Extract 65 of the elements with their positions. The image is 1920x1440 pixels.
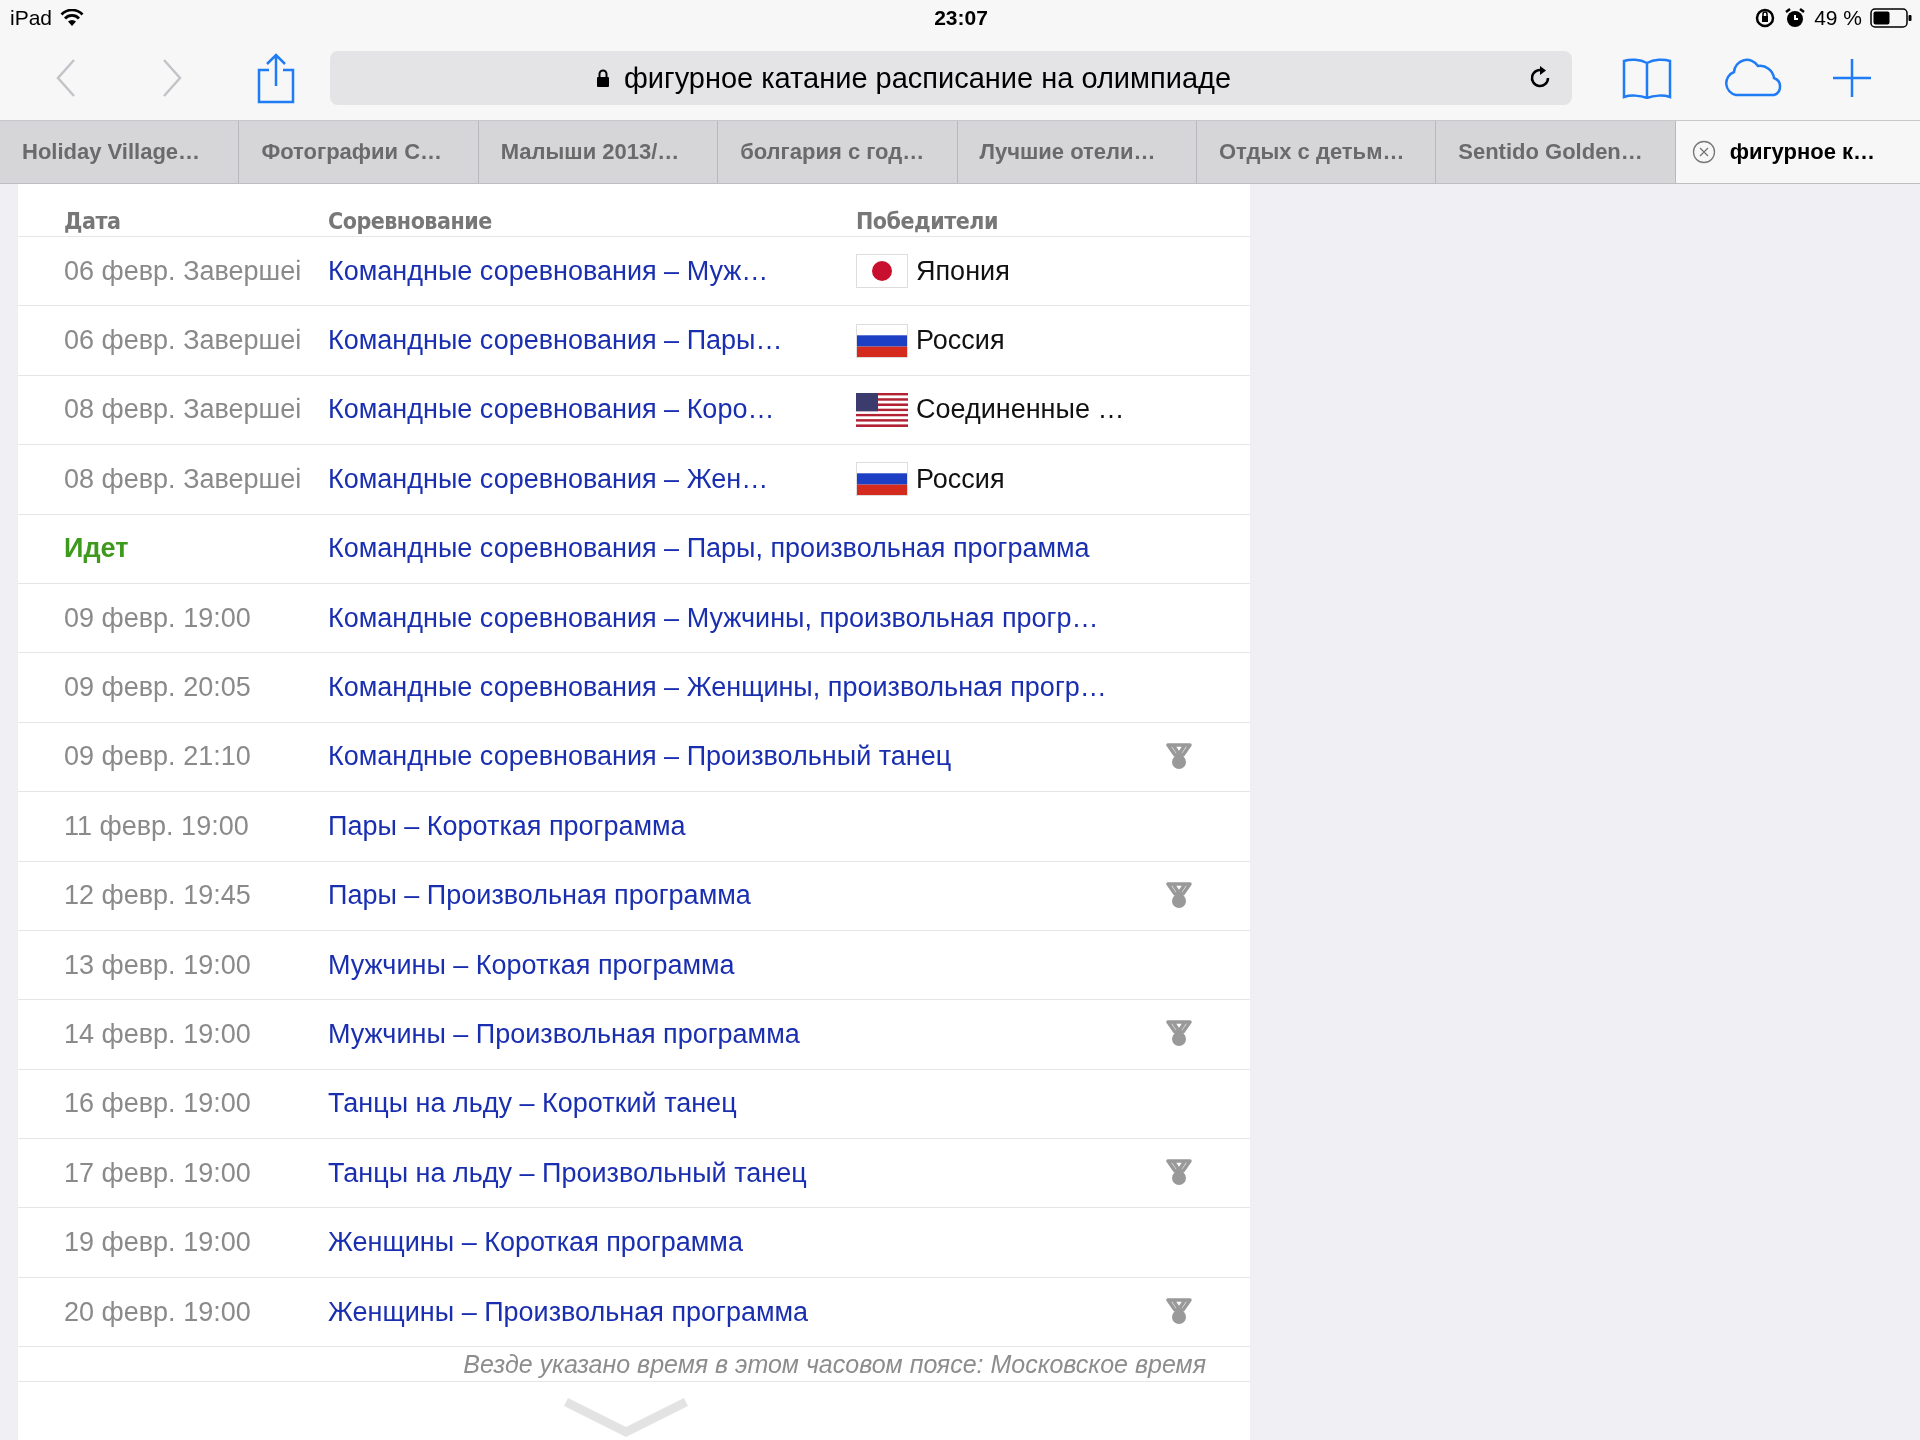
- bookmarks-button[interactable]: [1622, 57, 1672, 99]
- share-button[interactable]: [256, 52, 296, 104]
- address-field[interactable]: фигурное катание расписание на олимпиаде: [330, 51, 1572, 105]
- event-link[interactable]: Командные соревнования – Пары, произвольная программа: [328, 533, 1090, 564]
- event-link[interactable]: Командные соревнования – Мужчины, произвольная прогр…: [328, 602, 1099, 633]
- flag-icon: [856, 323, 908, 358]
- date-text: 11 февр. 19:00: [64, 810, 249, 841]
- event-link[interactable]: Мужчины – Короткая программа: [328, 949, 735, 980]
- event-link[interactable]: Женщины – Произвольная программа: [328, 1296, 809, 1327]
- date-text: 08 февр. Завершеі: [64, 394, 302, 425]
- country-text: Россия: [916, 463, 1005, 495]
- clock-time: 23:07: [934, 6, 988, 30]
- browser-tab[interactable]: Holiday Village…: [0, 121, 240, 183]
- date-text: Идет: [64, 533, 129, 564]
- event-link[interactable]: Командные соревнования – Муж…: [328, 255, 769, 286]
- date-text: 14 февр. 19:00: [64, 1019, 251, 1049]
- event-link[interactable]: Командные соревнования – Жен…: [328, 463, 769, 494]
- flag-icon: [856, 392, 908, 427]
- country-text: Россия: [916, 325, 1005, 357]
- event-link[interactable]: Танцы на льду – Произвольный танец: [328, 1157, 807, 1188]
- event-column-header: Соревнование: [328, 208, 492, 234]
- event-link[interactable]: Командные соревнования – Коро…: [328, 394, 775, 425]
- date-text: 16 февр. 19:00: [64, 1088, 251, 1119]
- event-link[interactable]: Мужчины – Произвольная программа: [328, 1019, 800, 1049]
- flag-icon: [856, 462, 908, 497]
- address-text: фигурное катание расписание на олимпиаде: [624, 61, 1233, 95]
- alarm-icon: [1784, 7, 1807, 29]
- winners-column-header: Победители: [856, 208, 998, 234]
- new-tab-button[interactable]: [1832, 58, 1872, 98]
- event-link[interactable]: Командные соревнования – Женщины, произвольная прогр…: [328, 672, 1107, 703]
- date-text: 20 февр. 19:00: [64, 1296, 251, 1327]
- event-link[interactable]: Женщины – Короткая программа: [328, 1227, 743, 1258]
- wifi-icon: [60, 9, 85, 27]
- date-column-header: Дата: [64, 208, 121, 234]
- device-name: iPad: [10, 6, 53, 30]
- country-text: Япония: [916, 255, 1010, 287]
- timezone-note: Везде указано время в этом часовом поясе: Московское время: [463, 1349, 1206, 1379]
- event-link[interactable]: Пары – Короткая программа: [328, 810, 686, 841]
- flag-icon: [856, 254, 908, 289]
- browser-tab[interactable]: Отдых с детьм…: [1196, 121, 1437, 183]
- date-text: 06 февр. Завершеі: [64, 325, 302, 356]
- date-text: 12 февр. 19:45: [64, 880, 251, 911]
- event-link[interactable]: Командные соревнования – Пары…: [328, 325, 783, 356]
- date-text: 09 февр. 21:10: [64, 741, 251, 772]
- battery-percent: 49 %: [1814, 6, 1862, 30]
- country-text: Соединенные …: [916, 394, 1125, 426]
- close-icon[interactable]: [1691, 140, 1716, 164]
- event-link[interactable]: Командные соревнования – Произвольный танец: [328, 741, 952, 772]
- date-text: 19 февр. 19:00: [64, 1227, 251, 1258]
- event-link[interactable]: Танцы на льду – Короткий танец: [328, 1088, 737, 1119]
- date-text: 09 февр. 19:00: [64, 602, 251, 633]
- date-text: 06 февр. Завершеі: [64, 255, 302, 286]
- date-text: 13 февр. 19:00: [64, 949, 251, 980]
- browser-tab[interactable]: болгария с год…: [718, 121, 958, 183]
- date-text: 17 февр. 19:00: [64, 1157, 251, 1188]
- date-text: 08 февр. Завершеі: [64, 463, 302, 494]
- event-link[interactable]: Пары – Произвольная программа: [328, 880, 751, 911]
- browser-tab[interactable]: Фотографии С…: [239, 121, 479, 183]
- browser-tab[interactable]: фигурное к…: [1675, 121, 1920, 183]
- rotation-lock-icon: [1754, 7, 1777, 29]
- browser-tab[interactable]: Лучшие отели…: [957, 121, 1197, 183]
- browser-tab[interactable]: Малыши 2013/…: [478, 121, 719, 183]
- battery-icon: [1870, 8, 1912, 28]
- browser-tab[interactable]: Sentido Golden…: [1436, 121, 1676, 183]
- date-text: 09 февр. 20:05: [64, 672, 251, 703]
